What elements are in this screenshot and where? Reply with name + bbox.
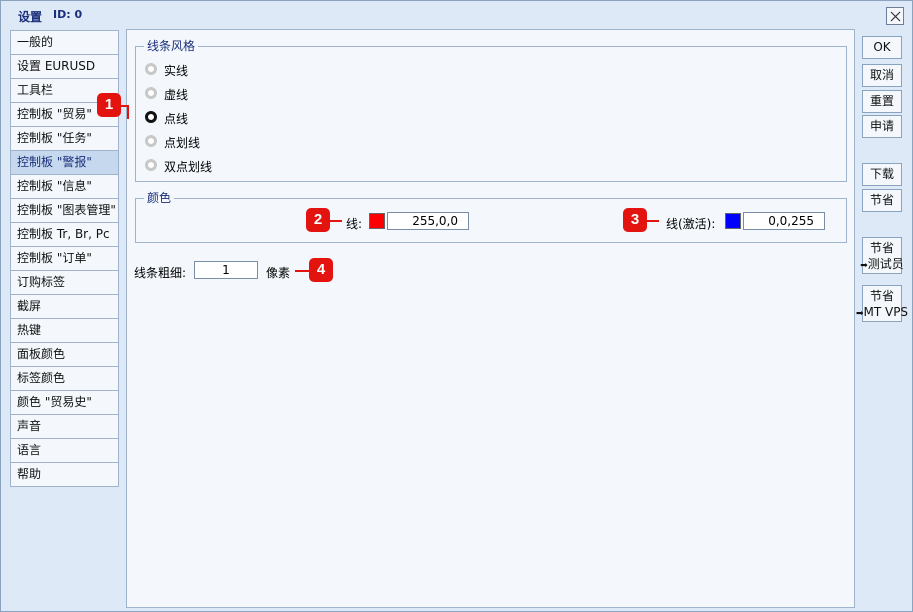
callout-4-badge: 4 xyxy=(309,258,333,282)
line-color-label: 线: xyxy=(346,217,363,231)
save-vps-bottom-label: MT VPS xyxy=(863,305,909,319)
radio-solid-label: 实线 xyxy=(164,64,189,78)
sidebar-item-tr-br-pc-panel[interactable]: 控制板 Tr, Br, Pc xyxy=(11,223,118,247)
download-button[interactable]: 下载 xyxy=(862,163,902,186)
sidebar-item-history-colors[interactable]: 颜色 "贸易史" xyxy=(11,391,118,415)
radio-dot-circle[interactable] xyxy=(145,111,157,123)
sidebar-item-sound[interactable]: 声音 xyxy=(11,415,118,439)
save-vps-bottom: ➡MT VPS xyxy=(855,304,909,322)
reset-button[interactable]: 重置 xyxy=(862,90,902,113)
apply-button[interactable]: 申请 xyxy=(862,115,902,138)
callout-3-line xyxy=(645,220,659,222)
callout-1-vline xyxy=(127,105,129,119)
line-style-group: 线条风格 实线 虚线 点线 点划线 双点划线 xyxy=(135,39,847,182)
save-vps-top-label: 节省 xyxy=(869,289,894,303)
callout-2-line xyxy=(328,220,342,222)
line-style-group-title: 线条风格 xyxy=(144,39,199,53)
sidebar-item-tasks-panel[interactable]: 控制板 "任务" xyxy=(11,127,118,151)
save-button[interactable]: 节省 xyxy=(862,189,902,212)
sidebar-item-order-labels[interactable]: 订购标签 xyxy=(11,271,118,295)
ok-button[interactable]: OK xyxy=(862,36,902,59)
close-icon xyxy=(890,11,901,22)
window-id-label: ID: 0 xyxy=(53,8,83,21)
window-title: 设置 xyxy=(18,10,43,24)
sidebar-item-alerts-panel[interactable]: 控制板 "警报" xyxy=(11,151,118,175)
callout-1-badge: 1 xyxy=(97,93,121,117)
active-line-color-swatch[interactable] xyxy=(725,213,741,229)
line-thickness-label: 线条粗细: xyxy=(134,266,187,280)
color-group-title: 颜色 xyxy=(144,191,175,205)
settings-window: 设置 ID: 0 一般的 设置 EURUSD 工具栏 控制板 "贸易" 控制板 … xyxy=(0,0,913,612)
save-tester-top-label: 节省 xyxy=(869,241,894,255)
save-tester-bottom: ➡测试员 xyxy=(855,256,909,274)
radio-dash-dot-dot-label: 双点划线 xyxy=(164,160,213,174)
sidebar-item-label-colors[interactable]: 标签颜色 xyxy=(11,367,118,391)
close-button[interactable] xyxy=(886,7,904,25)
sidebar-item-screenshot[interactable]: 截屏 xyxy=(11,295,118,319)
sidebar-item-info-panel[interactable]: 控制板 "信息" xyxy=(11,175,118,199)
save-vps-button[interactable]: 节省 ➡MT VPS xyxy=(856,285,908,322)
line-thickness-unit: 像素 xyxy=(266,266,291,280)
cancel-button[interactable]: 取消 xyxy=(862,64,902,87)
save-tester-button[interactable]: 节省 ➡测试员 xyxy=(860,237,904,274)
sidebar-item-symbol-settings[interactable]: 设置 EURUSD xyxy=(11,55,118,79)
sidebar-item-help[interactable]: 帮助 xyxy=(11,463,118,487)
save-tester-bottom-label: 测试员 xyxy=(867,257,904,271)
active-line-color-label: 线(激活): xyxy=(666,217,716,231)
sidebar-item-general[interactable]: 一般的 xyxy=(11,31,118,55)
sidebar-item-hotkeys[interactable]: 热键 xyxy=(11,319,118,343)
radio-dot-label: 点线 xyxy=(164,112,189,126)
sidebar-item-chart-manager-panel[interactable]: 控制板 "图表管理" xyxy=(11,199,118,223)
line-thickness-input[interactable]: 1 xyxy=(194,261,258,279)
radio-dash-circle[interactable] xyxy=(145,87,157,99)
radio-solid-circle[interactable] xyxy=(145,63,157,75)
radio-dash-label: 虚线 xyxy=(164,88,189,102)
radio-dash-dot-dot-circle[interactable] xyxy=(145,159,157,171)
sidebar-item-orders-panel[interactable]: 控制板 "订单" xyxy=(11,247,118,271)
sidebar-item-language[interactable]: 语言 xyxy=(11,439,118,463)
callout-3-badge: 3 xyxy=(623,208,647,232)
active-line-color-value[interactable]: 0,0,255 xyxy=(743,212,825,230)
callout-2-badge: 2 xyxy=(306,208,330,232)
line-color-value[interactable]: 255,0,0 xyxy=(387,212,469,230)
arrow-right-icon: ➡ xyxy=(860,261,868,271)
settings-content-panel: 线条风格 实线 虚线 点线 点划线 双点划线 颜色 线: 255,0,0 线(激… xyxy=(126,29,855,608)
radio-dash-dot-circle[interactable] xyxy=(145,135,157,147)
radio-dash-dot-label: 点划线 xyxy=(164,136,201,150)
color-group: 颜色 线: 255,0,0 线(激活): 0,0,255 xyxy=(135,191,847,243)
line-color-swatch[interactable] xyxy=(369,213,385,229)
sidebar-item-panel-colors[interactable]: 面板颜色 xyxy=(11,343,118,367)
